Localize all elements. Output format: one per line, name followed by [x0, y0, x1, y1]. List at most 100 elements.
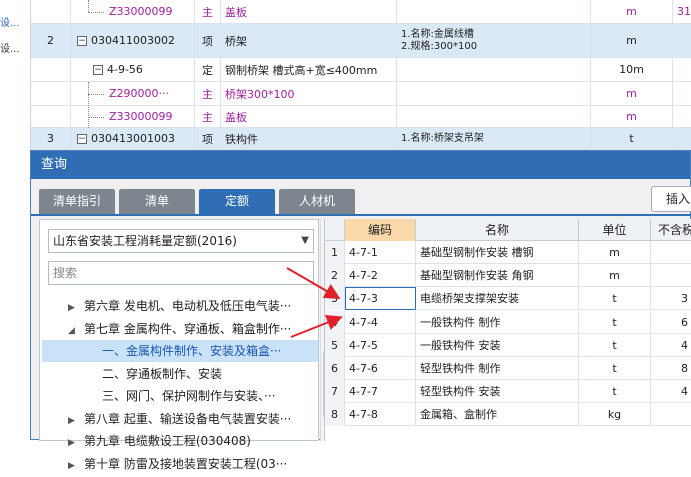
cell-num[interactable]: 1 [325, 241, 345, 264]
cell-price[interactable]: 4 [651, 334, 691, 357]
tree-chapter[interactable]: ▶ 第九章 电缆敷设工程(030408) [68, 430, 318, 452]
cell-name[interactable]: 一般铁构件 制作 [416, 310, 579, 334]
table-row[interactable]: 1 4-7-1 基础型钢制作安装 槽钢 m [325, 241, 691, 264]
table-row[interactable]: 2 4-7-2 基础型钢制作安装 角钢 m [325, 264, 691, 288]
header-price[interactable]: 不含税 [651, 219, 691, 241]
bill-row[interactable]: 3 −030413001003 项铁构件 1.名称:桥架支吊架 t [31, 128, 691, 150]
bill-cell-type[interactable]: 项 [195, 24, 221, 57]
bill-cell-unit[interactable]: m [591, 106, 673, 127]
cell-unit[interactable]: t [579, 357, 651, 380]
tree-chapter[interactable]: ▶ 第十章 防雷及接地装置安装工程(03··· [68, 453, 318, 475]
cell-code[interactable]: 4-7-7 [345, 380, 416, 404]
bill-cell-feature[interactable] [397, 106, 591, 127]
bill-cell-unit[interactable]: m [591, 82, 673, 105]
header-name[interactable]: 名称 [416, 219, 579, 241]
table-row[interactable]: 3 4-7-3 电缆桥架支撑架安装 t 3 [325, 287, 691, 311]
cell-code[interactable]: 4-7-8 [345, 403, 416, 427]
cell-num[interactable]: 5 [325, 333, 345, 357]
chevron-down-icon[interactable]: ▼ [301, 230, 309, 252]
cell-name[interactable]: 一般铁构件 安装 [416, 333, 579, 357]
cell-price[interactable] [651, 403, 691, 426]
bill-cell-feature[interactable] [397, 0, 591, 23]
cell-unit[interactable]: t [579, 333, 651, 357]
bill-cell-extra[interactable] [673, 128, 691, 149]
bill-cell-num[interactable] [31, 82, 71, 105]
bill-cell-type[interactable]: 主 [195, 0, 221, 23]
bill-cell-name[interactable]: 钢制桥架 槽式高+宽≤400mm [221, 58, 397, 81]
bill-cell-unit[interactable]: m [591, 0, 673, 23]
cell-code[interactable]: 4-7-6 [345, 357, 416, 380]
expand-arrow-icon[interactable]: ▶ [68, 432, 76, 454]
table-row[interactable]: 4 4-7-4 一般铁构件 制作 t 6 [325, 310, 691, 334]
cell-unit[interactable]: kg [579, 403, 651, 427]
bill-row[interactable]: Z290000··· 主桥架300*100 m [31, 82, 691, 106]
sidebar-item-2[interactable]: 设... [0, 40, 20, 55]
bill-cell-type[interactable]: 主 [195, 82, 221, 105]
bill-row[interactable]: Z33000099 主盖板 m [31, 106, 691, 128]
bill-cell-extra[interactable]: 314. [673, 0, 691, 23]
table-row[interactable]: 8 4-7-8 金属箱、盒制作 kg [325, 403, 691, 427]
cell-unit[interactable]: t [579, 287, 651, 311]
cell-name[interactable]: 基础型钢制作安装 角钢 [416, 264, 579, 288]
cell-num[interactable]: 7 [325, 380, 345, 404]
bill-cell-code[interactable]: −4-9-56 [71, 58, 195, 81]
cell-price[interactable]: 6 [651, 311, 691, 334]
tree-chapter[interactable]: ▶ 第六章 发电机、电动机及低压电气装··· [68, 295, 318, 317]
cell-num[interactable]: 6 [325, 357, 345, 380]
collapse-icon[interactable]: − [77, 133, 87, 144]
bill-cell-type[interactable]: 定 [195, 58, 221, 81]
cell-price[interactable]: 4 [651, 380, 691, 403]
bill-row[interactable]: Z33000099 主盖板 m 314. [31, 0, 691, 24]
cell-price[interactable] [651, 241, 691, 264]
bill-cell-unit[interactable]: m [591, 24, 673, 57]
cell-code[interactable]: 4-7-2 [345, 264, 416, 288]
bill-cell-unit[interactable]: t [591, 128, 673, 149]
bill-cell-type[interactable]: 主 [195, 106, 221, 127]
insert-button[interactable]: 插入 [651, 186, 691, 212]
tree-section[interactable]: 三、网门、保护网制作与安装、··· [42, 385, 318, 407]
quota-library-select[interactable]: 山东省安装工程消耗量定额(2016) ▼ [48, 229, 314, 253]
cell-unit[interactable]: t [579, 310, 651, 334]
collapse-arrow-icon[interactable]: ◢ [68, 320, 76, 342]
tree-section[interactable]: 二、穿通板制作、安装 [42, 363, 318, 385]
bill-cell-feature[interactable]: 1.名称:桥架支吊架 [397, 128, 591, 149]
tab-bill[interactable]: 清单 [119, 189, 195, 214]
sidebar-item-1[interactable]: 设... [0, 14, 20, 29]
bill-cell-name[interactable]: 盖板 [221, 0, 397, 23]
bill-cell-code[interactable]: −030411003002 [71, 24, 195, 57]
collapse-icon[interactable]: − [93, 64, 103, 75]
search-input[interactable]: 搜索 [48, 261, 314, 285]
cell-name[interactable]: 轻型铁构件 安装 [416, 380, 579, 404]
expand-arrow-icon[interactable]: ▶ [68, 297, 76, 319]
cell-num[interactable]: 8 [325, 403, 345, 427]
cell-code[interactable]: 4-7-3 [345, 287, 416, 311]
cell-price[interactable] [651, 264, 691, 287]
collapse-icon[interactable]: − [77, 35, 87, 46]
cell-num[interactable]: 2 [325, 264, 345, 288]
bill-row[interactable]: −4-9-56 定钢制桥架 槽式高+宽≤400mm 10m [31, 58, 691, 82]
cell-num[interactable]: 3 [325, 287, 345, 311]
expand-arrow-icon[interactable]: ▶ [68, 455, 76, 477]
bill-cell-unit[interactable]: 10m [591, 58, 673, 81]
expand-arrow-icon[interactable]: ▶ [68, 410, 76, 432]
cell-code[interactable]: 4-7-4 [345, 310, 416, 334]
cell-price[interactable]: 3 [651, 287, 691, 310]
cell-unit[interactable]: t [579, 380, 651, 404]
bill-cell-feature[interactable]: 1.名称:金属线槽 2.规格:300*100 [397, 24, 591, 57]
table-row[interactable]: 5 4-7-5 一般铁构件 安装 t 4 [325, 333, 691, 357]
cell-code[interactable]: 4-7-5 [345, 333, 416, 357]
bill-cell-num[interactable]: 2 [31, 24, 71, 57]
bill-cell-num[interactable] [31, 58, 71, 81]
tree-chapter[interactable]: ◢ 第七章 金属构件、穿通板、箱盒制作··· [68, 318, 318, 340]
bill-cell-extra[interactable] [673, 106, 691, 127]
bill-cell-num[interactable] [31, 0, 71, 23]
bill-cell-code[interactable]: −030413001003 [71, 128, 195, 149]
cell-name[interactable]: 轻型铁构件 制作 [416, 357, 579, 380]
bill-cell-num[interactable]: 3 [31, 128, 71, 149]
bill-cell-name[interactable]: 桥架 [221, 24, 397, 57]
bill-cell-extra[interactable] [673, 24, 691, 57]
table-row[interactable]: 7 4-7-7 轻型铁构件 安装 t 4 [325, 380, 691, 404]
tab-quota[interactable]: 定额 [199, 189, 275, 214]
tree-section[interactable]: 一、金属构件制作、安装及箱盒··· [42, 340, 318, 362]
cell-name[interactable]: 电缆桥架支撑架安装 [416, 287, 579, 311]
